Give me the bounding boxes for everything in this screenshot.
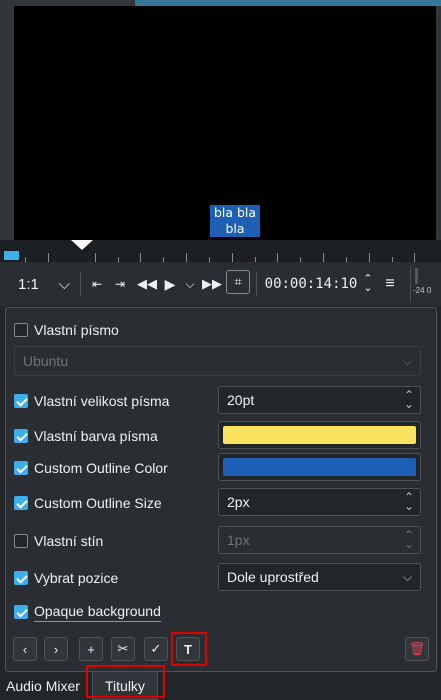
trash-icon: 🗑 [408, 641, 426, 656]
ruler-tick [369, 253, 370, 262]
spinner-arrows-icon[interactable]: ⌃ ⌄ [404, 491, 414, 512]
custom-shadow-checkbox[interactable]: Vlastní stín [14, 531, 103, 551]
set-zone-out-icon[interactable]: ⇥ [110, 262, 130, 306]
ruler-tick [277, 253, 278, 262]
checkbox-box[interactable] [14, 571, 28, 585]
outline-color-swatch [223, 458, 416, 476]
zoom-combo[interactable]: 1:1 ⌵ [12, 262, 76, 306]
rewind-icon[interactable]: ◀◀ [137, 262, 157, 306]
custom-outline-size-label: Custom Outline Size [34, 495, 162, 511]
select-position-label: Vybrat pozice [34, 570, 119, 586]
dock-tabs: Audio Mixer Titulky [0, 672, 441, 700]
subtitle-preview[interactable]: bla bla bla [210, 205, 260, 237]
position-combo[interactable]: Dole uprostřed ⌵ [218, 563, 421, 591]
plus-icon: + [87, 641, 95, 657]
ruler-tick [48, 253, 49, 262]
font-size-value: 20pt [227, 392, 255, 408]
outline-color-button[interactable] [218, 453, 421, 481]
chevron-left-icon: ‹ [22, 641, 28, 657]
font-color-swatch [223, 426, 416, 444]
chevron-right-icon: › [53, 641, 59, 657]
custom-outline-color-label: Custom Outline Color [34, 460, 168, 476]
split-subtitle-button[interactable]: ✂ [111, 637, 135, 661]
checkbox-box[interactable] [14, 496, 28, 510]
add-subtitle-button[interactable]: + [79, 637, 103, 661]
timecode-display[interactable]: 00:00:14:10 [263, 262, 359, 306]
ruler-tick [232, 253, 233, 262]
ruler-tick [140, 253, 141, 262]
scissors-icon: ✂ [117, 641, 129, 656]
font-color-button[interactable] [218, 421, 421, 449]
custom-shadow-label: Vlastní stín [34, 533, 104, 549]
spinner-arrows-icon: ⌃ ⌄ [403, 528, 414, 551]
timeline-ruler[interactable] [0, 240, 441, 262]
toolbar-separator [80, 272, 81, 296]
opaque-background-checkbox[interactable]: Opaque background [14, 601, 161, 623]
position-value: Dole uprostřed [227, 569, 319, 585]
shadow-size-value: 1px [227, 532, 250, 548]
custom-font-color-label: Vlastní barva písma [34, 428, 158, 444]
crop-icon[interactable]: ⌗ [226, 270, 250, 294]
highlight-box [86, 665, 165, 698]
apply-button[interactable]: ✓ [144, 637, 168, 661]
ruler-tick [414, 253, 415, 262]
toolbar-separator [256, 272, 257, 296]
ruler-tick [323, 253, 324, 262]
audio-level-meter: -24 0 [410, 266, 436, 302]
checkbox-box[interactable] [14, 429, 28, 443]
font-family-value: Ubuntu [23, 353, 69, 369]
highlight-box [171, 632, 207, 666]
subtitle-line-1: bla bla [213, 205, 257, 220]
ruler-tick [186, 253, 187, 262]
shadow-size-spinbox: 1px ⌃ ⌄ [218, 526, 421, 554]
subtitle-line-2: bla [225, 221, 245, 236]
clip-monitor[interactable]: bla bla bla [14, 6, 436, 240]
tab-audio-mixer[interactable]: Audio Mixer [6, 672, 80, 700]
delete-subtitle-button[interactable]: 🗑 [405, 637, 429, 661]
zoom-value: 1:1 [18, 275, 39, 293]
spinner-arrows-icon[interactable]: ⌃ ⌄ [404, 389, 414, 410]
custom-outline-color-checkbox[interactable]: Custom Outline Color [14, 458, 168, 478]
play-options-chevron-icon[interactable]: ⌵ [182, 262, 198, 306]
play-icon[interactable]: ▶ [161, 262, 179, 306]
zone-start-marker [4, 251, 19, 260]
transport-toolbar: 1:1 ⌵ ⇤ ⇥ ◀◀ ▶ ⌵ ▶▶ 00:00:14:10 ⌃ ⌄ ≡ [0, 262, 441, 306]
ruler-tick [95, 253, 96, 262]
custom-font-size-checkbox[interactable]: Vlastní velikost písma [14, 391, 169, 411]
previous-subtitle-button[interactable]: ‹ [13, 637, 37, 661]
fast-forward-icon[interactable]: ▶▶ [202, 262, 222, 306]
audio-meter-label: -24 0 [413, 286, 432, 295]
custom-font-size-label: Vlastní velikost písma [34, 393, 170, 409]
outline-size-value: 2px [227, 494, 250, 510]
playhead-marker[interactable] [71, 240, 93, 250]
next-subtitle-button[interactable]: › [44, 637, 68, 661]
checkbox-box[interactable] [14, 534, 28, 548]
opaque-background-label: Opaque background [34, 603, 161, 622]
custom-font-color-checkbox[interactable]: Vlastní barva písma [14, 426, 158, 446]
checkbox-box[interactable] [14, 394, 28, 408]
custom-font-checkbox[interactable]: Vlastní písmo [14, 320, 119, 340]
checkbox-box[interactable] [14, 461, 28, 475]
checkbox-box[interactable] [14, 323, 28, 337]
chevron-down-icon: ⌵ [402, 570, 412, 584]
chevron-down-icon: ⌵ [402, 354, 412, 368]
timecode-spinner-icon[interactable]: ⌃ ⌄ [361, 262, 375, 306]
outline-size-spinbox[interactable]: 2px ⌃ ⌄ [218, 488, 421, 516]
hamburger-menu-icon[interactable]: ≡ [381, 262, 399, 306]
checkbox-box[interactable] [14, 605, 28, 619]
custom-font-label: Vlastní písmo [34, 322, 119, 338]
custom-outline-size-checkbox[interactable]: Custom Outline Size [14, 493, 162, 513]
select-position-checkbox[interactable]: Vybrat pozice [14, 568, 118, 588]
chevron-down-icon: ⌵ [58, 275, 70, 293]
audio-level-bar [415, 268, 418, 284]
font-family-combo: Ubuntu ⌵ [14, 346, 421, 376]
font-size-spinbox[interactable]: 20pt ⌃ ⌄ [218, 386, 421, 414]
set-zone-in-icon[interactable]: ⇤ [87, 262, 107, 306]
check-icon: ✓ [150, 641, 162, 656]
